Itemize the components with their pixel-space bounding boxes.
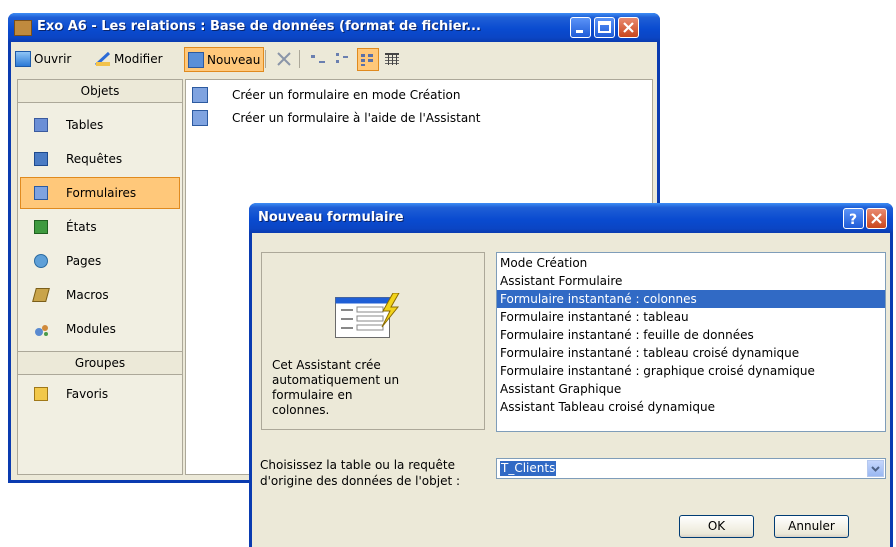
minimize-button[interactable] <box>570 17 591 38</box>
chevron-down-icon[interactable] <box>867 460 884 477</box>
macro-icon <box>32 288 50 302</box>
list-item[interactable]: Formulaire instantané : feuille de donné… <box>497 326 885 344</box>
wizard-form-icon <box>335 292 401 339</box>
list-item[interactable]: Assistant Graphique <box>497 380 885 398</box>
modify-button[interactable]: Modifier <box>94 47 163 70</box>
source-label: Choisissez la table ou la requête d'orig… <box>260 458 461 488</box>
sidebar-item-label: Modules <box>66 322 116 336</box>
close-button[interactable] <box>618 17 639 38</box>
page-icon <box>34 254 48 268</box>
preview-panel: Cet Assistant crée automatiquement un fo… <box>261 252 485 430</box>
new-label: Nouveau <box>207 52 261 67</box>
objects-header[interactable]: Objets <box>18 80 182 103</box>
help-button[interactable]: ? <box>843 208 864 229</box>
sidebar-item-tables[interactable]: Tables <box>20 109 180 141</box>
list-item-label: Créer un formulaire à l'aide de l'Assist… <box>232 111 481 125</box>
sidebar-item-pages[interactable]: Pages <box>20 245 180 277</box>
list-item[interactable]: Assistant Formulaire <box>497 272 885 290</box>
list-item[interactable]: Créer un formulaire en mode Création <box>192 85 460 105</box>
list-item[interactable]: Formulaire instantané : tableau croisé d… <box>497 344 885 362</box>
dialog-titlebar[interactable]: Nouveau formulaire ? <box>249 203 893 233</box>
dialog-body: Cet Assistant crée automatiquement un fo… <box>252 233 890 547</box>
delete-icon[interactable] <box>275 47 293 70</box>
ok-button[interactable]: OK <box>679 515 754 538</box>
groups-header[interactable]: Groupes <box>18 351 182 375</box>
main-titlebar[interactable]: Exo A6 - Les relations : Base de données… <box>8 13 660 42</box>
query-icon <box>34 152 48 166</box>
list-item[interactable]: Assistant Tableau croisé dynamique <box>497 398 885 416</box>
source-combobox[interactable]: T_Clients <box>496 458 886 479</box>
report-icon <box>34 220 48 234</box>
module-icon <box>34 322 48 336</box>
main-window-title: Exo A6 - Les relations : Base de données… <box>37 19 481 34</box>
main-toolbar: Ouvrir Modifier Nouveau <box>11 42 657 76</box>
dialog-title: Nouveau formulaire <box>258 210 404 225</box>
list-item[interactable]: Formulaire instantané : graphique croisé… <box>497 362 885 380</box>
open-label: Ouvrir <box>34 51 72 66</box>
new-form-icon <box>188 51 204 68</box>
form-type-listbox[interactable]: Mode Création Assistant Formulaire Formu… <box>496 252 886 432</box>
list-item[interactable]: Créer un formulaire à l'aide de l'Assist… <box>192 108 480 128</box>
sidebar-item-label: Formulaires <box>66 186 137 200</box>
sidebar-item-queries[interactable]: Requêtes <box>20 143 180 175</box>
sidebar-item-label: Tables <box>66 118 104 132</box>
new-button[interactable]: Nouveau <box>184 47 265 72</box>
list-item[interactable]: Mode Création <box>497 254 885 272</box>
sidebar-item-macros[interactable]: Macros <box>20 279 180 311</box>
large-icons-icon[interactable] <box>309 47 327 70</box>
open-button[interactable]: Ouvrir <box>15 47 71 70</box>
sidebar-item-label: Favoris <box>66 387 109 401</box>
list-item-selected[interactable]: Formulaire instantané : colonnes <box>497 290 885 308</box>
form-shortcut-icon <box>192 110 208 126</box>
cancel-button[interactable]: Annuler <box>774 515 849 538</box>
ruler-pencil-icon <box>94 51 111 67</box>
sidebar-item-label: Macros <box>66 288 109 302</box>
sidebar-item-label: Requêtes <box>66 152 123 166</box>
wizard-description: Cet Assistant crée automatiquement un fo… <box>272 358 400 417</box>
list-item-label: Créer un formulaire en mode Création <box>232 88 461 102</box>
open-icon <box>15 50 31 67</box>
sidebar-item-forms[interactable]: Formulaires <box>20 177 180 209</box>
table-icon <box>34 118 48 132</box>
sidebar-item-label: Pages <box>66 254 102 268</box>
source-value: T_Clients <box>500 461 557 476</box>
toolbar-separator-2 <box>299 47 300 70</box>
svg-text:?: ? <box>849 212 857 228</box>
small-icons-icon[interactable] <box>333 47 351 70</box>
objects-sidebar: Objets Tables Requêtes Formulaires États… <box>17 79 183 475</box>
form-icon <box>34 186 48 200</box>
new-form-dialog: Nouveau formulaire ? Cet Assistant crée … <box>249 203 893 547</box>
dialog-close-button[interactable] <box>866 208 887 229</box>
sidebar-item-label: États <box>66 220 97 234</box>
list-view-icon[interactable] <box>357 48 379 71</box>
modify-label: Modifier <box>114 51 163 66</box>
list-item[interactable]: Formulaire instantané : tableau <box>497 308 885 326</box>
toolbar-separator <box>265 47 266 70</box>
sidebar-item-modules[interactable]: Modules <box>20 313 180 345</box>
sidebar-item-favorites[interactable]: Favoris <box>20 378 180 410</box>
favorites-folder-icon <box>34 387 48 401</box>
sidebar-item-reports[interactable]: États <box>20 211 180 243</box>
maximize-button[interactable] <box>594 17 615 38</box>
form-shortcut-icon <box>192 87 208 103</box>
access-icon <box>14 20 32 36</box>
details-view-icon[interactable] <box>383 47 401 70</box>
